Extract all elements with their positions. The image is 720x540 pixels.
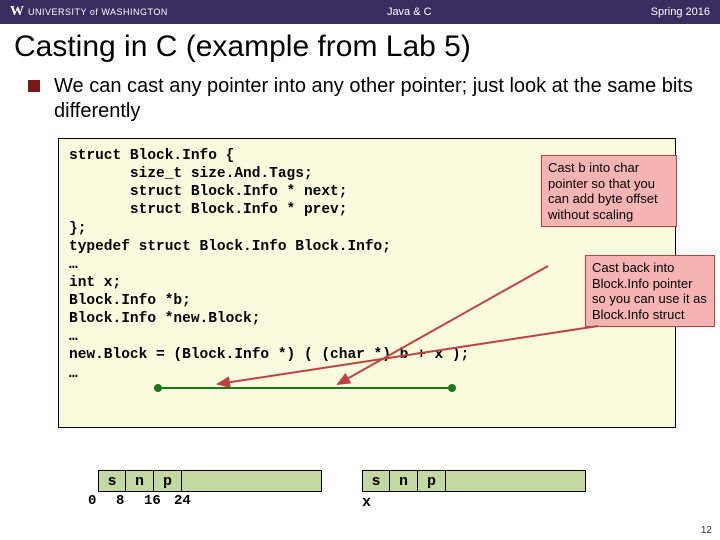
bullet-row: We can cast any pointer into any other p… bbox=[0, 66, 720, 124]
callout-char-pointer: Cast b into char pointer so that you can… bbox=[541, 155, 677, 227]
mem-cell-s: s bbox=[98, 470, 126, 492]
memory-diagram-1: s n p 0 8 16 24 bbox=[98, 470, 322, 509]
mem-cell-p: p bbox=[154, 470, 182, 492]
offset-0: 0 bbox=[88, 493, 116, 509]
uw-w-icon: W bbox=[10, 4, 24, 20]
university-name: UNIVERSITY of WASHINGTON bbox=[28, 7, 168, 17]
header-right: Spring 2016 bbox=[651, 6, 710, 18]
memory-diagram-2: s n p bbox=[362, 470, 586, 492]
slide-title: Casting in C (example from Lab 5) bbox=[0, 24, 720, 66]
offset-8: 8 bbox=[116, 493, 144, 509]
mem-cell-s2: s bbox=[362, 470, 390, 492]
bullet-text: We can cast any pointer into any other p… bbox=[54, 74, 702, 124]
code-text: struct Block.Info { size_t size.And.Tags… bbox=[69, 148, 469, 382]
mem-cell-n2: n bbox=[390, 470, 418, 492]
x-label: x bbox=[362, 494, 371, 511]
mem-cell-n: n bbox=[126, 470, 154, 492]
bullet-icon bbox=[28, 80, 40, 92]
callout-blockinfo-pointer: Cast back into Block.Info pointer so you… bbox=[585, 255, 715, 327]
offset-16: 16 bbox=[144, 493, 172, 509]
mem-cell-pad2 bbox=[446, 470, 586, 492]
offset-24: 24 bbox=[174, 493, 202, 509]
page-number: 12 bbox=[701, 525, 712, 536]
slide-header: W UNIVERSITY of WASHINGTON Java & C Spri… bbox=[0, 0, 720, 24]
code-block: struct Block.Info { size_t size.And.Tags… bbox=[58, 138, 676, 428]
header-center: Java & C bbox=[168, 6, 651, 18]
mem-cell-p2: p bbox=[418, 470, 446, 492]
mem-cell-pad bbox=[182, 470, 322, 492]
offset-row: 0 8 16 24 bbox=[98, 493, 322, 509]
uw-logo: W UNIVERSITY of WASHINGTON bbox=[10, 4, 168, 20]
